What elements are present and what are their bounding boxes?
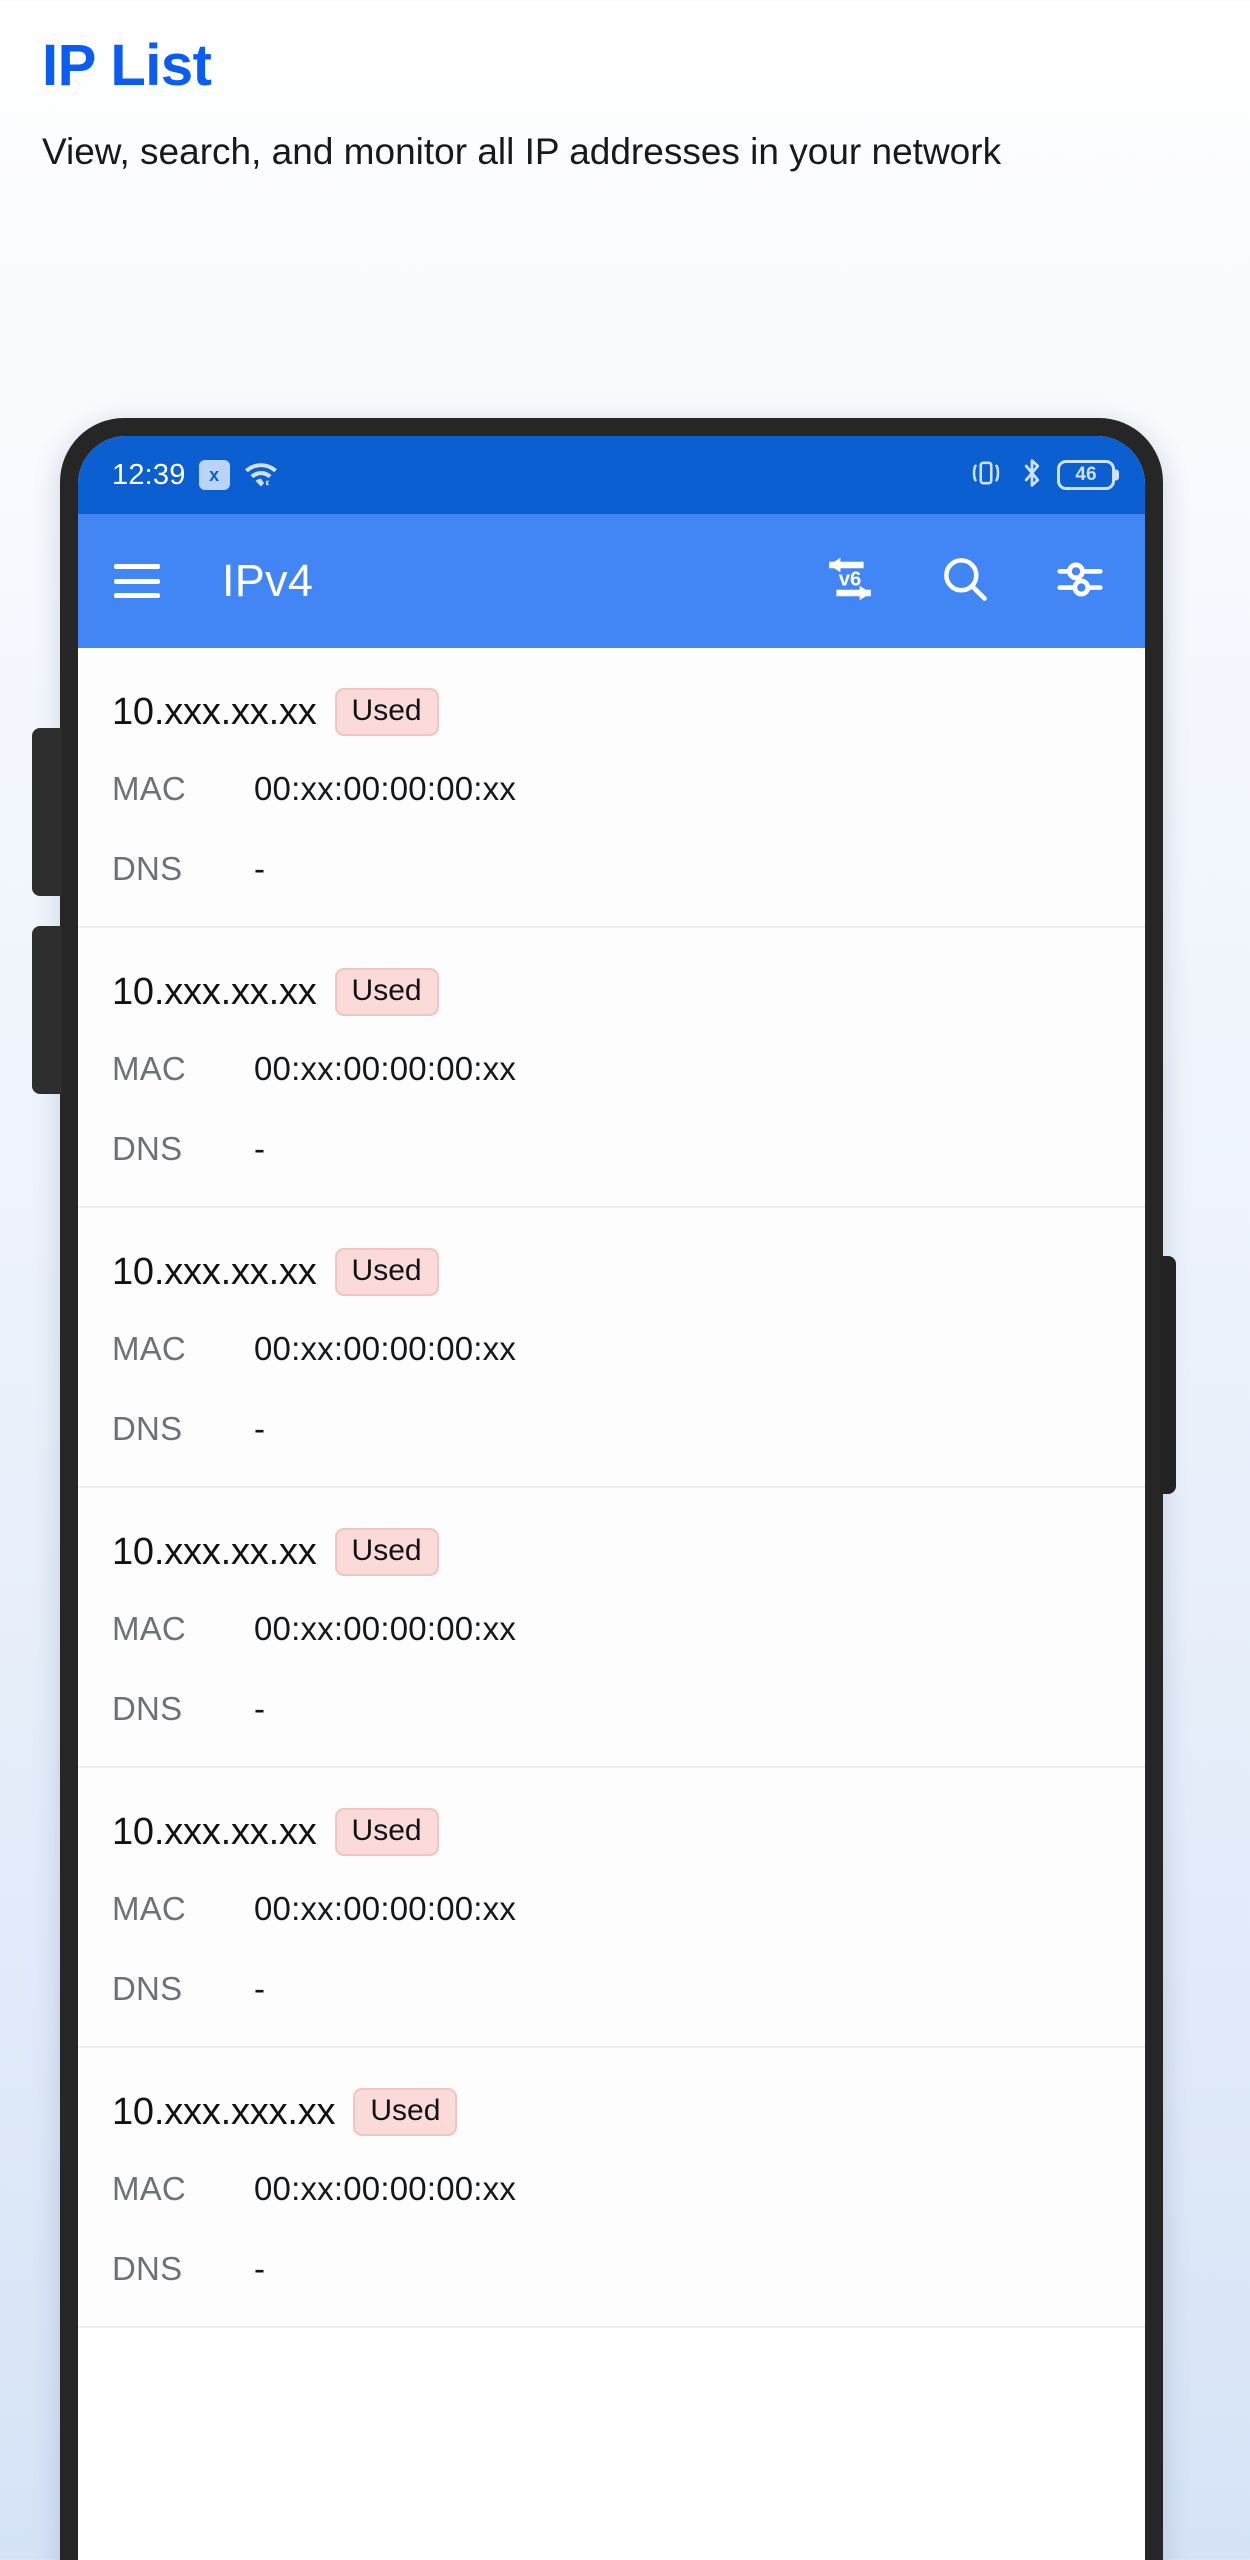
ip-list-item[interactable]: 10.xxx.xx.xx Used MAC 00:xx:00:00:00:xx … [78, 928, 1145, 1208]
dns-label: DNS [112, 2250, 183, 2287]
dns-value: - [254, 1970, 266, 2007]
ip-row-header: 10.xxx.xx.xx Used [78, 1808, 1145, 1856]
volume-down-button[interactable] [32, 926, 62, 1094]
ip-list-item[interactable]: 10.xxx.xx.xx Used MAC 00:xx:00:00:00:xx … [78, 1488, 1145, 1768]
mac-label: MAC [112, 1050, 186, 1087]
ip-address: 10.xxx.xx.xx [112, 970, 317, 1013]
page-title: IP List [42, 33, 212, 98]
status-badge: Used [334, 1248, 439, 1296]
ip-row-header: 10.xxx.xxx.xx Used [78, 2088, 1145, 2136]
hamburger-bar [114, 593, 160, 598]
dns-field: DNS - [78, 1690, 1145, 1728]
ip-row-header: 10.xxx.xx.xx Used [78, 1528, 1145, 1576]
ip-list-item[interactable]: 10.xxx.xx.xx Used MAC 00:xx:00:00:00:xx … [78, 1768, 1145, 2048]
phone-screen: 12:39 x 46 IPv4 v6 10.xxx.xx.xx Used MAC… [78, 436, 1145, 2560]
mac-value: 00:xx:00:00:00:xx [254, 2170, 517, 2207]
ip-list[interactable]: 10.xxx.xx.xx Used MAC 00:xx:00:00:00:xx … [78, 648, 1145, 2328]
hamburger-bar [114, 578, 160, 584]
ip-row-header: 10.xxx.xx.xx Used [78, 968, 1145, 1016]
mac-field: MAC 00:xx:00:00:00:xx [78, 770, 1145, 808]
app-bar-title: IPv4 [222, 555, 314, 606]
tune-sliders-icon [1053, 552, 1107, 611]
mac-label: MAC [112, 1330, 186, 1367]
ip-list-item[interactable]: 10.xxx.xx.xx Used MAC 00:xx:00:00:00:xx … [78, 648, 1145, 928]
wifi-icon [243, 459, 279, 492]
ip-address: 10.xxx.xx.xx [112, 690, 317, 733]
volume-up-button[interactable] [32, 728, 62, 896]
mac-field: MAC 00:xx:00:00:00:xx [78, 1610, 1145, 1648]
ip-list-item[interactable]: 10.xxx.xx.xx Used MAC 00:xx:00:00:00:xx … [78, 1208, 1145, 1488]
power-button[interactable] [1160, 1256, 1176, 1494]
dns-label: DNS [112, 1690, 183, 1727]
dns-label: DNS [112, 850, 183, 887]
page-subtitle: View, search, and monitor all IP address… [42, 130, 1002, 172]
battery-icon: 46 [1057, 460, 1115, 490]
phone-mockup: 12:39 x 46 IPv4 v6 10.xxx.xx.xx Used MAC… [32, 418, 1176, 2560]
status-bar-right: 46 [965, 457, 1115, 494]
search-button[interactable] [936, 552, 994, 610]
mac-field: MAC 00:xx:00:00:00:xx [78, 1330, 1145, 1368]
dns-value: - [254, 1130, 266, 1167]
dns-value: - [254, 1690, 266, 1727]
dns-label: DNS [112, 1970, 183, 2007]
dns-value: - [254, 2250, 266, 2287]
mac-label: MAC [112, 2170, 186, 2207]
mac-value: 00:xx:00:00:00:xx [254, 1330, 517, 1367]
status-badge: Used [334, 1808, 439, 1856]
dns-field: DNS - [78, 850, 1145, 888]
dns-value: - [254, 850, 266, 887]
svg-text:v6: v6 [839, 568, 862, 590]
status-badge: Used [334, 1528, 439, 1576]
status-badge: Used [334, 968, 439, 1016]
mac-label: MAC [112, 770, 186, 807]
mac-label: MAC [112, 1610, 186, 1647]
sim-card-disabled-label: x [209, 464, 220, 485]
mac-field: MAC 00:xx:00:00:00:xx [78, 2170, 1145, 2208]
sim-card-disabled-icon: x [198, 460, 230, 490]
mac-value: 00:xx:00:00:00:xx [254, 1050, 517, 1087]
hamburger-bar [114, 564, 160, 569]
status-clock: 12:39 [112, 458, 186, 491]
filter-button[interactable] [1051, 552, 1109, 610]
ip-row-header: 10.xxx.xx.xx Used [78, 688, 1145, 736]
dns-value: - [254, 1410, 266, 1447]
ip-address: 10.xxx.xxx.xx [112, 2090, 336, 2133]
mac-field: MAC 00:xx:00:00:00:xx [78, 1050, 1145, 1088]
battery-level-label: 46 [1075, 464, 1097, 485]
hamburger-menu-icon[interactable] [114, 564, 160, 598]
switch-to-ipv6-button[interactable]: v6 [821, 552, 879, 610]
page-header: IP List View, search, and monitor all IP… [42, 33, 1162, 176]
dns-field: DNS - [78, 1970, 1145, 2008]
status-badge: Used [334, 688, 439, 736]
app-bar-actions: v6 [821, 552, 1115, 610]
vibrate-icon [965, 458, 1007, 493]
ip-row-header: 10.xxx.xx.xx Used [78, 1248, 1145, 1296]
ip-address: 10.xxx.xx.xx [112, 1810, 317, 1853]
swap-v6-icon: v6 [822, 550, 878, 613]
ip-list-item[interactable]: 10.xxx.xxx.xx Used MAC 00:xx:00:00:00:xx… [78, 2048, 1145, 2328]
mac-value: 00:xx:00:00:00:xx [254, 1890, 517, 1927]
dns-label: DNS [112, 1410, 183, 1447]
dns-field: DNS - [78, 1130, 1145, 1168]
dns-field: DNS - [78, 1410, 1145, 1448]
mac-value: 00:xx:00:00:00:xx [254, 1610, 517, 1647]
search-icon [939, 553, 991, 610]
status-badge: Used [353, 2088, 458, 2136]
status-bar-left: 12:39 x [112, 459, 279, 492]
dns-label: DNS [112, 1130, 183, 1167]
status-bar: 12:39 x 46 [78, 436, 1145, 514]
mac-label: MAC [112, 1890, 186, 1927]
app-bar: IPv4 v6 [78, 514, 1145, 648]
mac-field: MAC 00:xx:00:00:00:xx [78, 1890, 1145, 1928]
bluetooth-icon [1020, 457, 1044, 494]
ip-address: 10.xxx.xx.xx [112, 1250, 317, 1293]
dns-field: DNS - [78, 2250, 1145, 2288]
mac-value: 00:xx:00:00:00:xx [254, 770, 517, 807]
ip-address: 10.xxx.xx.xx [112, 1530, 317, 1573]
